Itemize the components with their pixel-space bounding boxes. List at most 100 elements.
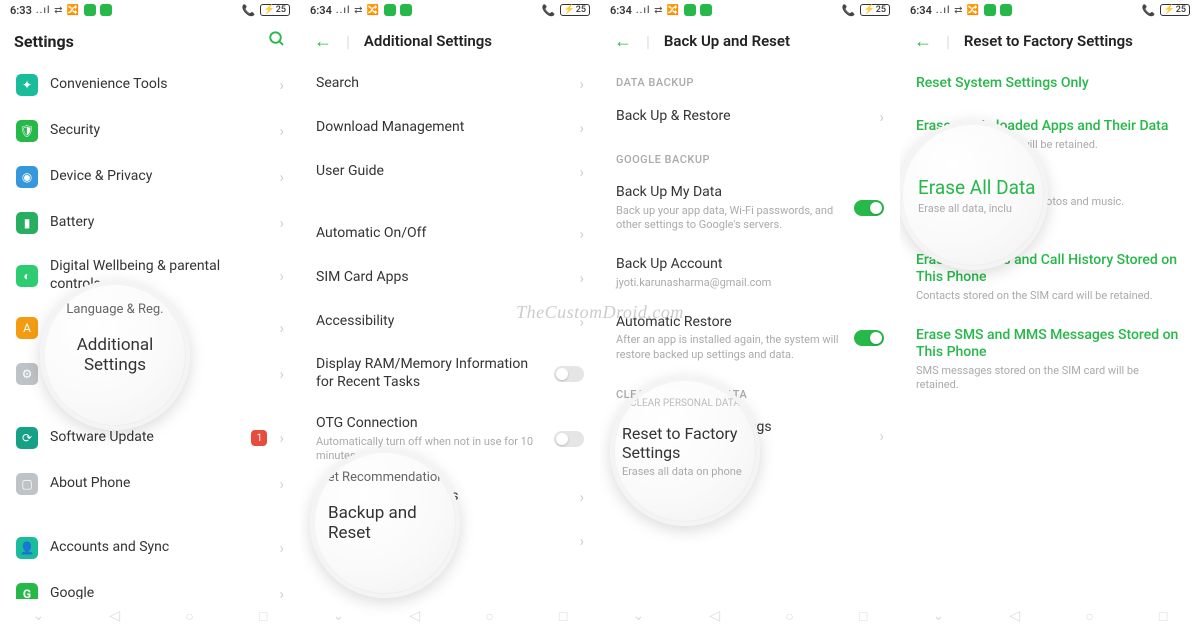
back-arrow-icon[interactable]: ← bbox=[314, 31, 332, 52]
screen-additional-settings: 6:34 ..ıl ⇄ 🔀 📞 ⚡25 ← | Additional Setti… bbox=[300, 0, 600, 633]
nav-home-icon[interactable]: ○ bbox=[785, 608, 793, 625]
header: ← | Additional Settings bbox=[300, 20, 600, 62]
magnifier-factory-reset: CLEAR PERSONAL DATA Reset to Factory Set… bbox=[610, 376, 760, 526]
chevron-right-icon: › bbox=[579, 75, 584, 93]
header: ← | Back Up and Reset bbox=[600, 20, 900, 62]
row-auto-onoff[interactable]: Automatic On/Off › bbox=[300, 212, 600, 256]
page-title: Back Up and Reset bbox=[664, 32, 790, 50]
magnifier-backup-reset: Get Recommendations Backup and Reset bbox=[310, 448, 460, 598]
status-bar: 6:34 ..ıl ⇄ 🔀 📞 ⚡25 bbox=[900, 0, 1200, 20]
nav-back-icon[interactable]: ◁ bbox=[709, 608, 720, 624]
row-battery[interactable]: ▮ Battery › bbox=[0, 200, 300, 246]
status-bar: 6:34 ..ıl ⇄ 🔀 📞 ⚡25 bbox=[300, 0, 600, 20]
toggle-ram[interactable] bbox=[554, 366, 584, 382]
nav-back-icon[interactable]: ◁ bbox=[409, 608, 420, 624]
chevron-right-icon: › bbox=[579, 313, 584, 331]
status-time: 6:34 bbox=[310, 4, 332, 17]
toggle-backup-data[interactable] bbox=[854, 200, 884, 216]
page-title: Settings bbox=[14, 32, 74, 51]
battery-icon: ▮ bbox=[16, 212, 38, 234]
privacy-icon: ◉ bbox=[16, 166, 38, 188]
row-security[interactable]: 🛡 Security › bbox=[0, 108, 300, 154]
chevron-right-icon: › bbox=[579, 488, 584, 506]
nav-recent-icon[interactable]: □ bbox=[1159, 608, 1167, 625]
nav-recent-icon[interactable]: □ bbox=[259, 608, 267, 625]
row-reset-system-only[interactable]: Reset System Settings Only bbox=[900, 62, 1200, 106]
toggle-otg[interactable] bbox=[554, 431, 584, 447]
row-backup-account[interactable]: Back Up Account jyoti.karunasharma@gmail… bbox=[600, 244, 900, 302]
nav-recent-icon[interactable]: □ bbox=[559, 608, 567, 625]
back-arrow-icon[interactable]: ← bbox=[614, 31, 632, 52]
section-data-backup: DATA BACKUP bbox=[600, 62, 900, 95]
status-time: 6:33 bbox=[10, 4, 32, 17]
row-convenience-tools[interactable]: ✦ Convenience Tools › bbox=[0, 62, 300, 108]
wellbeing-icon: ◐ bbox=[16, 265, 38, 287]
battery-icon: ⚡25 bbox=[260, 4, 290, 16]
status-bar: 6:33 ..ıl ⇄ 🔀 📞 ⚡25 bbox=[0, 0, 300, 20]
chevron-right-icon: › bbox=[279, 585, 284, 599]
update-badge: 1 bbox=[251, 430, 267, 446]
chevron-right-icon: › bbox=[279, 214, 284, 232]
update-icon: ⟳ bbox=[16, 427, 38, 449]
chevron-right-icon: › bbox=[279, 429, 284, 447]
row-device-privacy[interactable]: ◉ Device & Privacy › bbox=[0, 154, 300, 200]
status-time: 6:34 bbox=[610, 4, 632, 17]
screen-factory-reset: 6:34 ..ıl ⇄ 🔀 📞 ⚡25 ← | Reset to Factory… bbox=[900, 0, 1200, 633]
nav-chevron-down-icon[interactable]: ⌄ bbox=[333, 608, 345, 624]
nav-bar: ⌄ ◁ ○ □ bbox=[600, 599, 900, 633]
chevron-right-icon: › bbox=[279, 365, 284, 383]
tools-icon: ✦ bbox=[16, 74, 38, 96]
nav-home-icon[interactable]: ○ bbox=[485, 608, 493, 625]
nav-chevron-down-icon[interactable]: ⌄ bbox=[33, 608, 45, 624]
chevron-right-icon: › bbox=[879, 108, 884, 126]
phone-icon: ▢ bbox=[16, 473, 38, 495]
chevron-right-icon: › bbox=[579, 163, 584, 181]
toggle-auto-restore[interactable] bbox=[854, 330, 884, 346]
row-erase-sms[interactable]: Erase SMS and MMS Messages Stored on Thi… bbox=[900, 315, 1200, 405]
status-bar: 6:34 ..ıl ⇄ 🔀 📞 ⚡25 bbox=[600, 0, 900, 20]
chevron-right-icon: › bbox=[279, 267, 284, 285]
row-user-guide[interactable]: User Guide › bbox=[300, 150, 600, 194]
section-google-backup: GOOGLE BACKUP bbox=[600, 139, 900, 172]
row-ram-display[interactable]: Display RAM/Memory Information for Recen… bbox=[300, 344, 600, 403]
nav-chevron-down-icon[interactable]: ⌄ bbox=[633, 608, 645, 624]
nav-recent-icon[interactable]: □ bbox=[859, 608, 867, 625]
search-icon[interactable] bbox=[268, 30, 286, 53]
chevron-right-icon: › bbox=[579, 269, 584, 287]
screen-backup-reset: 6:34 ..ıl ⇄ 🔀 📞 ⚡25 ← | Back Up and Rese… bbox=[600, 0, 900, 633]
chevron-right-icon: › bbox=[279, 319, 284, 337]
row-search[interactable]: Search › bbox=[300, 62, 600, 106]
row-accessibility[interactable]: Accessibility › bbox=[300, 300, 600, 344]
chevron-right-icon: › bbox=[279, 76, 284, 94]
row-automatic-restore[interactable]: Automatic Restore After an app is instal… bbox=[600, 302, 900, 374]
nav-bar: ⌄ ◁ ○ □ bbox=[900, 599, 1200, 633]
nav-bar: ⌄ ◁ ○ □ bbox=[300, 599, 600, 633]
row-software-update[interactable]: ⟳ Software Update 1 › bbox=[0, 415, 300, 461]
nav-home-icon[interactable]: ○ bbox=[1085, 608, 1093, 625]
battery-icon: ⚡25 bbox=[560, 4, 590, 16]
nav-back-icon[interactable]: ◁ bbox=[1009, 608, 1020, 624]
chevron-right-icon: › bbox=[279, 539, 284, 557]
magnifier-erase-all: Erase All Data Erase all data, inclu bbox=[900, 120, 1048, 270]
battery-icon: ⚡25 bbox=[860, 4, 890, 16]
row-download-management[interactable]: Download Management › bbox=[300, 106, 600, 150]
nav-home-icon[interactable]: ○ bbox=[185, 608, 193, 625]
row-accounts-sync[interactable]: 👤 Accounts and Sync › bbox=[0, 525, 300, 571]
row-backup-restore[interactable]: Back Up & Restore › bbox=[600, 95, 900, 139]
chevron-right-icon: › bbox=[279, 122, 284, 140]
row-google[interactable]: G Google › bbox=[0, 571, 300, 599]
screen-settings: 6:33 ..ıl ⇄ 🔀 📞 ⚡25 Settings ✦ Convenien… bbox=[0, 0, 300, 633]
chevron-right-icon: › bbox=[579, 225, 584, 243]
language-icon: A bbox=[16, 317, 38, 339]
page-title: Additional Settings bbox=[364, 32, 492, 50]
back-arrow-icon[interactable]: ← bbox=[914, 31, 932, 52]
row-about-phone[interactable]: ▢ About Phone › bbox=[0, 461, 300, 507]
nav-chevron-down-icon[interactable]: ⌄ bbox=[933, 608, 945, 624]
nav-back-icon[interactable]: ◁ bbox=[109, 608, 120, 624]
row-sim-card-apps[interactable]: SIM Card Apps › bbox=[300, 256, 600, 300]
chevron-right-icon: › bbox=[279, 168, 284, 186]
chevron-right-icon: › bbox=[879, 427, 884, 445]
row-backup-my-data[interactable]: Back Up My Data Back up your app data, W… bbox=[600, 172, 900, 244]
settings-icon: ⚙ bbox=[16, 363, 38, 385]
shield-icon: 🛡 bbox=[16, 120, 38, 142]
